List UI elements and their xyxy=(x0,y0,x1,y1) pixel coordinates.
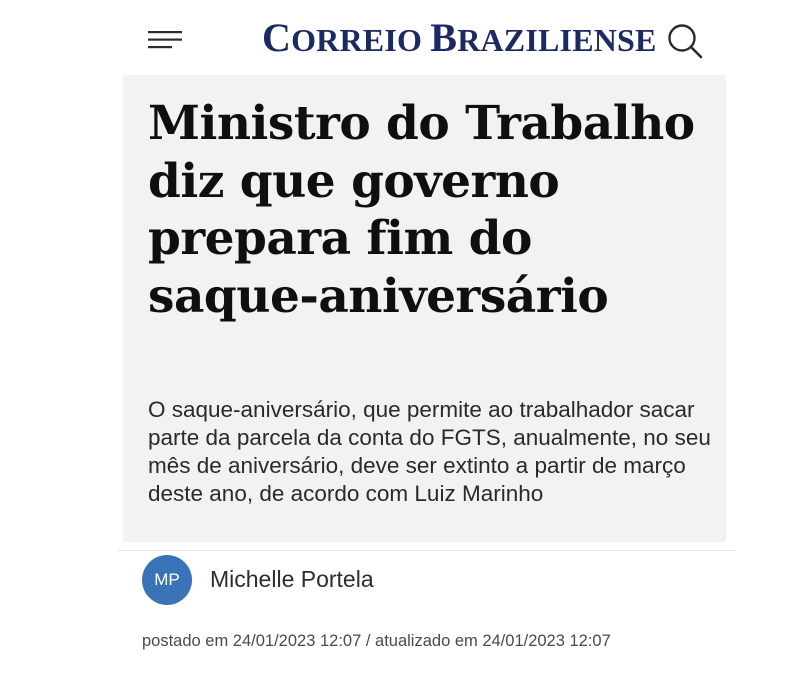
author-name[interactable]: Michelle Portela xyxy=(210,565,374,593)
article-subtitle: O saque-aniversário, que permite ao trab… xyxy=(148,397,711,506)
logo-initial-b: B xyxy=(430,15,458,60)
author-avatar[interactable]: MP xyxy=(142,555,192,605)
search-icon[interactable] xyxy=(666,22,704,60)
headline-block: Ministro do Trabalho diz que governo pre… xyxy=(123,75,726,542)
article-headline: Ministro do Trabalho diz que governo pre… xyxy=(148,96,695,324)
logo-word-braziliense: RAZILIENSE xyxy=(457,22,657,58)
logo-initial-c: C xyxy=(262,15,292,60)
article-page: CORREIO BRAZILIENSE Ministro do Trabalho… xyxy=(0,0,806,687)
divider xyxy=(118,550,736,551)
hamburger-menu-icon[interactable] xyxy=(148,30,182,50)
logo-word-correio: ORREIO xyxy=(291,22,423,58)
site-logo[interactable]: CORREIO BRAZILIENSE xyxy=(262,15,656,60)
post-timestamp: postado em 24/01/2023 12:07 / atualizado… xyxy=(142,632,611,650)
site-header: CORREIO BRAZILIENSE xyxy=(0,0,806,75)
